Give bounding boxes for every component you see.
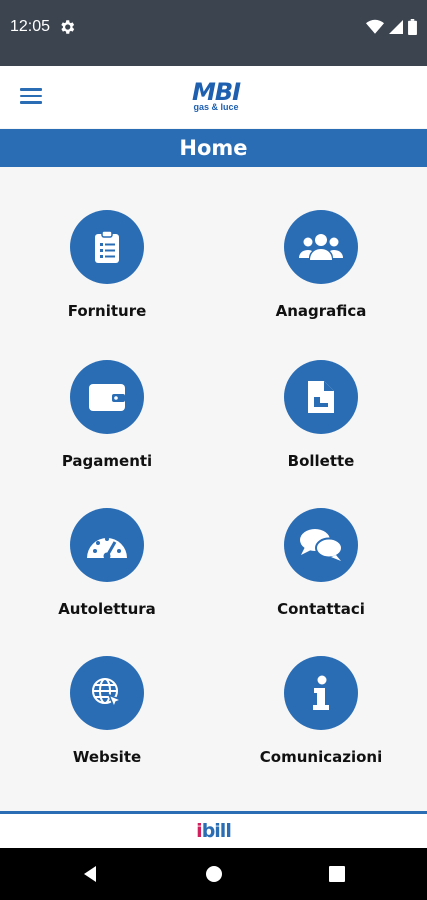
info-icon [284, 656, 358, 730]
menu-item-label: Forniture [67, 302, 147, 320]
settings-icon [61, 20, 75, 34]
hamburger-menu-icon[interactable] [20, 88, 42, 106]
menu-item-contattaci[interactable]: Contattaci [226, 508, 416, 618]
recents-icon[interactable] [327, 864, 347, 884]
status-time: 12:05 [10, 18, 51, 35]
ibill-logo-text: bill [201, 820, 232, 842]
menu-item-pagamenti[interactable]: Pagamenti [12, 360, 202, 470]
home-icon[interactable] [204, 864, 224, 884]
system-nav-bar [0, 848, 427, 900]
status-indicators [366, 18, 417, 36]
chat-icon [284, 508, 358, 582]
menu-item-bollette[interactable]: Bollette [226, 360, 416, 470]
menu-item-label: Pagamenti [61, 452, 153, 470]
wallet-icon [70, 360, 144, 434]
wifi-icon [366, 19, 384, 34]
menu-item-label: Comunicazioni [259, 748, 383, 766]
menu-item-label: Bollette [287, 452, 355, 470]
title-bar: Home [0, 129, 427, 167]
mbi-logo: MBI gas & luce [176, 80, 256, 116]
globe-icon [70, 656, 144, 730]
menu-item-forniture[interactable]: Forniture [12, 210, 202, 320]
signal-icon [389, 20, 403, 34]
page-title: Home [179, 136, 248, 160]
menu-item-autolettura[interactable]: Autolettura [12, 508, 202, 618]
gauge-icon [70, 508, 144, 582]
menu-item-comunicazioni[interactable]: Comunicazioni [226, 656, 416, 766]
menu-item-label: Autolettura [58, 600, 156, 618]
battery-icon [408, 19, 417, 35]
menu-item-website[interactable]: Website [12, 656, 202, 766]
menu-item-label: Contattaci [277, 600, 365, 618]
footer-brand: ibill [0, 814, 427, 848]
menu-item-label: Anagrafica [275, 302, 367, 320]
clipboard-icon [70, 210, 144, 284]
users-icon [284, 210, 358, 284]
logo-subtext: gas & luce [193, 102, 239, 112]
menu-item-label: Website [72, 748, 142, 766]
logo-text: MBI [191, 78, 241, 106]
status-bar: 12:05 [0, 0, 427, 66]
menu-item-anagrafica[interactable]: Anagrafica [226, 210, 416, 320]
ibill-logo: ibill [196, 820, 232, 842]
document-icon [284, 360, 358, 434]
back-icon[interactable] [80, 864, 100, 884]
